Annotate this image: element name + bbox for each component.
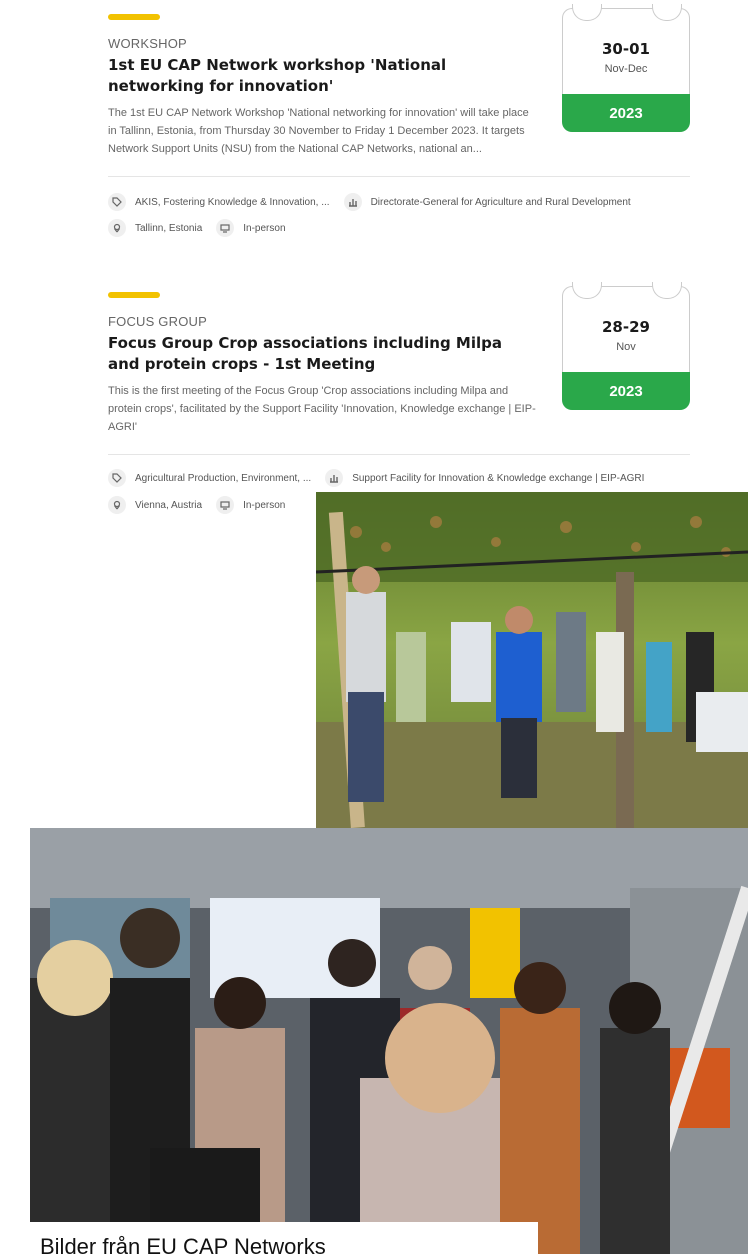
event-format: In-person <box>243 499 286 511</box>
photo-field-visit <box>316 492 748 828</box>
event-year: 2023 <box>562 372 690 410</box>
meta-row-location: Tallinn, Estonia In-person <box>108 219 300 237</box>
event-tags[interactable]: Agricultural Production, Environment, ..… <box>135 473 311 484</box>
event-year: 2023 <box>562 94 690 132</box>
screen-icon <box>216 496 235 514</box>
organiser-icon <box>343 193 362 211</box>
event-organiser[interactable]: Support Facility for Innovation & Knowle… <box>352 473 644 484</box>
event-title[interactable]: 1st EU CAP Network workshop 'National ne… <box>108 55 528 97</box>
divider <box>108 176 690 177</box>
event-tags[interactable]: AKIS, Fostering Knowledge & Innovation, … <box>135 197 330 208</box>
event-location: Vienna, Austria <box>135 499 203 511</box>
event-description: This is the first meeting of the Focus G… <box>108 385 536 433</box>
event-description: The 1st EU CAP Network Workshop 'Nationa… <box>108 107 529 155</box>
photo-caption: Bilder från EU CAP Networks <box>30 1222 538 1254</box>
event-format: In-person <box>243 222 286 234</box>
accent-bar <box>108 14 160 20</box>
date-card-2: 28-29 Nov 2023 <box>562 282 690 410</box>
event-location: Tallinn, Estonia <box>135 222 203 234</box>
event-months: Nov <box>616 341 636 353</box>
tag-icon <box>108 193 126 211</box>
organiser-icon <box>325 469 344 487</box>
event-days: 30-01 <box>602 40 650 58</box>
photo-meeting-image <box>30 828 748 1254</box>
event-months: Nov-Dec <box>604 63 648 75</box>
meta-row-location: Vienna, Austria In-person <box>108 496 299 514</box>
event-organiser[interactable]: Directorate-General for Agriculture and … <box>371 197 631 208</box>
event-title[interactable]: Focus Group Crop associations including … <box>108 333 528 375</box>
location-pin-icon <box>108 496 126 514</box>
date-card-1: 30-01 Nov-Dec 2023 <box>562 4 690 132</box>
photo-field-visit-image <box>316 492 748 828</box>
accent-bar <box>108 292 160 298</box>
meta-row-tags: AKIS, Fostering Knowledge & Innovation, … <box>108 193 645 211</box>
tag-icon <box>108 469 126 487</box>
photo-meeting <box>30 828 748 1254</box>
event-days: 28-29 <box>602 318 650 336</box>
divider <box>108 454 690 455</box>
location-pin-icon <box>108 219 126 237</box>
meta-row-tags: Agricultural Production, Environment, ..… <box>108 469 658 487</box>
screen-icon <box>216 219 235 237</box>
